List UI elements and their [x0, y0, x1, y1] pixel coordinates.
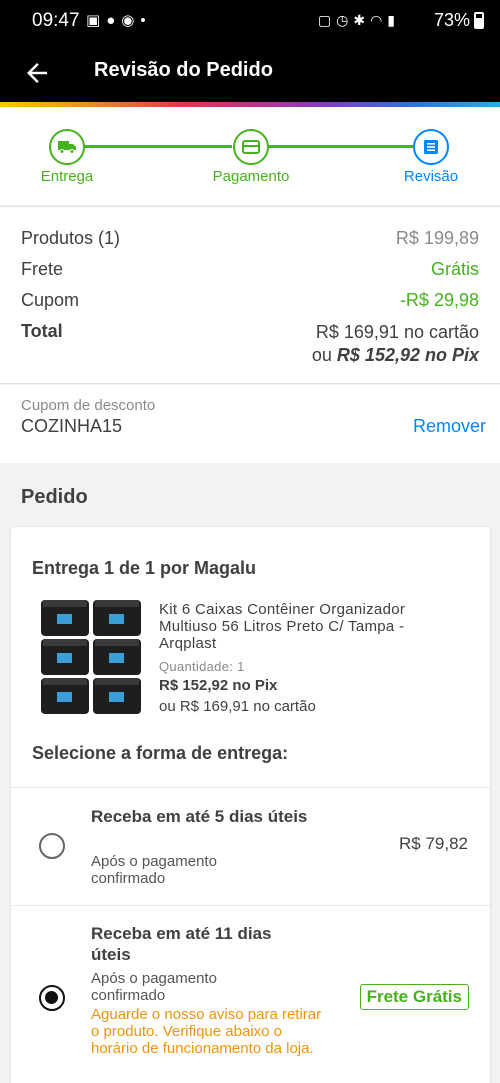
wifi-icon: ◠ [370, 12, 388, 28]
total-card: R$ 169,91 no cartão [315, 322, 479, 342]
battery-indicator: 73% [434, 10, 484, 31]
app-bar: Revisão do Pedido [0, 44, 500, 102]
bluetooth-icon: ✱ [353, 12, 371, 28]
option-pickup-note: Aguarde o nosso aviso para retirar o pro… [91, 1006, 322, 1057]
total-values: R$ 169,91 no cartão ou R$ 152,92 no Pix [312, 321, 479, 367]
delivery-option-5-days[interactable]: Receba em até 5 dias úteis Após o pagame… [11, 787, 490, 905]
chat-icon: ● [106, 12, 122, 29]
coupon-section: Cupom de desconto COZINHA15 Remover [0, 385, 500, 463]
summary-total-row: Total R$ 169,91 no cartão ou R$ 152,92 n… [21, 321, 479, 367]
step-label-revisao[interactable]: Revisão [404, 168, 458, 185]
total-pix-line: ou R$ 152,92 no Pix [312, 344, 479, 367]
step-revisao[interactable] [413, 129, 449, 165]
quantity-label: Quantidade: [159, 659, 234, 674]
alarm-icon: ◷ [336, 12, 354, 28]
summary-products-row: Produtos (1) R$ 199,89 [21, 228, 479, 249]
list-icon [424, 140, 438, 154]
delivery-title: Entrega 1 de 1 por Magalu [32, 558, 257, 578]
product-price-pix: R$ 152,92 no Pix [159, 677, 278, 694]
step-label-pagamento[interactable]: Pagamento [213, 168, 290, 185]
products-value: R$ 199,89 [395, 228, 479, 248]
total-pix-prefix: ou [311, 345, 337, 365]
coupon-label: Cupom [21, 290, 80, 310]
page-title: Revisão do Pedido [94, 59, 273, 81]
select-delivery-title: Selecione a forma de entrega: [32, 743, 289, 763]
option-title: Receba em até 11 dias úteis [91, 924, 272, 964]
order-section-title: Pedido [21, 486, 88, 508]
status-bar: 09:47 ▣●◉• ▢◷✱◠▮ 73% [0, 0, 500, 44]
battery-icon [474, 12, 484, 29]
battery-percent: 73% [433, 10, 470, 30]
dot-icon: • [140, 12, 152, 29]
step-entrega[interactable] [49, 129, 85, 165]
system-icons: ▢◷✱◠▮ [318, 12, 400, 29]
option-subtitle: Após o pagamento confirmado [91, 853, 217, 887]
remove-coupon-button[interactable]: Remover [413, 416, 486, 437]
signal-icon: ▮ [387, 12, 400, 28]
step-label-entrega[interactable]: Entrega [41, 168, 94, 185]
total-pix: R$ 152,92 no Pix [336, 345, 479, 365]
shipping-label: Frete [21, 259, 64, 279]
product-price-card: ou R$ 169,91 no cartão [159, 698, 316, 715]
status-time: 09:47 [32, 10, 80, 31]
checkout-stepper: Entrega Pagamento Revisão [0, 107, 500, 205]
whatsapp-icon: ◉ [121, 12, 141, 29]
delivery-option-11-days[interactable]: Receba em até 11 dias úteis Após o pagam… [11, 905, 490, 1083]
option-price: R$ 79,82 [399, 834, 468, 853]
notification-icons: ▣●◉• [86, 11, 152, 29]
coupon-code: COZINHA15 [21, 416, 123, 436]
step-line-2 [269, 145, 413, 148]
free-shipping-badge: Frete Grátis [359, 984, 469, 1010]
card-icon [242, 140, 260, 154]
radio-unselected[interactable] [39, 833, 65, 859]
quantity-value: 1 [237, 659, 245, 674]
lock-icon: ▢ [317, 12, 337, 28]
summary-coupon-row: Cupom -R$ 29,98 [21, 290, 479, 311]
coupon-value: -R$ 29,98 [399, 290, 479, 310]
product-quantity: Quantidade: 1 [159, 659, 245, 674]
total-label: Total [21, 321, 63, 341]
products-label: Produtos (1) [21, 228, 121, 248]
shipping-value: Grátis [430, 259, 479, 279]
order-summary: Produtos (1) R$ 199,89 Frete Grátis Cupo… [0, 206, 500, 384]
option-title: Receba em até 5 dias úteis [91, 807, 308, 826]
radio-selected[interactable] [39, 985, 65, 1011]
product-name[interactable]: Kit 6 Caixas Contêiner Organizador Multi… [159, 601, 459, 652]
gallery-icon: ▣ [86, 12, 107, 29]
summary-shipping-row: Frete Grátis [21, 259, 479, 280]
arrow-left-icon[interactable] [22, 58, 52, 88]
product-image[interactable] [39, 597, 143, 715]
option-subtitle: Após o pagamento confirmado [91, 970, 217, 1004]
step-pagamento[interactable] [233, 129, 269, 165]
coupon-field-label: Cupom de desconto [21, 397, 156, 414]
order-card: Entrega 1 de 1 por Magalu Kit 6 Caixas C… [11, 527, 490, 1083]
step-line-1 [85, 145, 232, 148]
truck-icon [58, 141, 76, 154]
